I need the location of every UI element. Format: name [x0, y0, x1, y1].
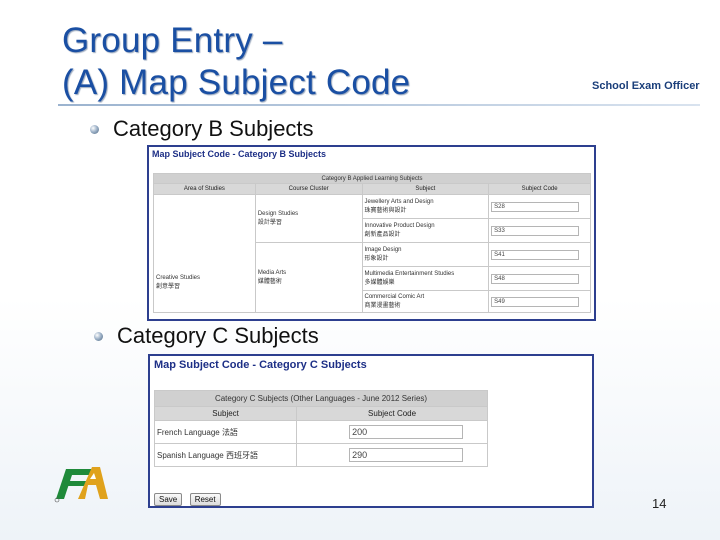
bullet-text: Category B Subjects — [113, 116, 314, 141]
column-header: Subject Code — [296, 406, 488, 421]
bullet-category-c: Category C Subjects — [94, 323, 319, 349]
category-c-panel: Map Subject Code - Category C Subjects C… — [148, 354, 594, 508]
form-actions: Save Reset — [154, 489, 224, 507]
cluster-cell: Media Arts 媒體藝術 — [254, 242, 363, 313]
bullet-sphere-icon — [90, 124, 99, 134]
title-divider — [58, 104, 700, 106]
panel-title: Map Subject Code - Category C Subjects — [154, 359, 367, 371]
table-row: French Language 法語 200 — [153, 420, 488, 444]
panel-title: Map Subject Code - Category B Subjects — [152, 149, 327, 159]
subject-code-input[interactable]: S48 — [491, 273, 580, 284]
subject-code-input[interactable]: 290 — [349, 448, 464, 462]
subject-cell: French Language 法語 — [153, 420, 298, 444]
save-button[interactable]: Save — [154, 493, 183, 506]
subject-cell: Spanish Language 西班牙語 — [153, 443, 298, 467]
column-header: Subject Code — [488, 183, 591, 195]
category-c-table: Category C Subjects (Other Languages - J… — [153, 390, 488, 467]
title-line-1: Group Entry – — [62, 21, 283, 60]
role-label: School Exam Officer — [592, 80, 700, 92]
subject-code-input[interactable]: S28 — [491, 201, 580, 212]
subject-code-input[interactable]: 200 — [349, 425, 464, 439]
area-cell: Creative Studies 創意學習 — [153, 194, 256, 313]
bullet-category-b: Category B Subjects — [90, 116, 314, 142]
subject-cell: Innovative Product Design 創新產品設計 — [361, 218, 490, 243]
table-caption: Category C Subjects (Other Languages - J… — [154, 390, 488, 407]
hkeaa-logo-icon — [54, 467, 108, 503]
cluster-cell: Design Studies 設計學習 — [254, 194, 363, 243]
subject-cell: Image Design 形象設計 — [361, 242, 490, 267]
page-number: 14 — [652, 496, 667, 511]
reset-button[interactable]: Reset — [189, 493, 221, 506]
table-caption: Category B Applied Learning Subjects — [153, 173, 591, 184]
subject-cell: Multimedia Entertainment Studies 多媒體娛樂 — [361, 266, 490, 291]
subject-code-input[interactable]: S33 — [491, 225, 580, 236]
table-row: Creative Studies 創意學習 Design Studies 設計學… — [153, 194, 591, 313]
category-b-table: Category B Applied Learning Subjects Are… — [153, 173, 591, 313]
column-header: Area of Studies — [153, 183, 256, 195]
subject-code-input[interactable]: S41 — [491, 249, 580, 260]
slide-title: Group Entry – (A) Map Subject Code — [62, 20, 410, 104]
category-b-panel: Map Subject Code - Category B Subjects C… — [147, 145, 596, 321]
subject-cell: Commercial Comic Art 商業漫畫藝術 — [361, 290, 490, 313]
column-header: Subject — [153, 406, 298, 421]
subject-code-input[interactable]: S49 — [491, 296, 580, 307]
column-header: Subject — [361, 183, 490, 195]
bullet-sphere-icon — [94, 331, 103, 341]
table-row: Spanish Language 西班牙語 290 — [153, 443, 488, 467]
bullet-text: Category C Subjects — [117, 323, 319, 348]
subject-cell: Jewellery Arts and Design 珠寶藝術與設計 — [361, 194, 490, 219]
title-line-2: (A) Map Subject Code — [62, 63, 411, 102]
column-header: Course Cluster — [254, 183, 363, 195]
